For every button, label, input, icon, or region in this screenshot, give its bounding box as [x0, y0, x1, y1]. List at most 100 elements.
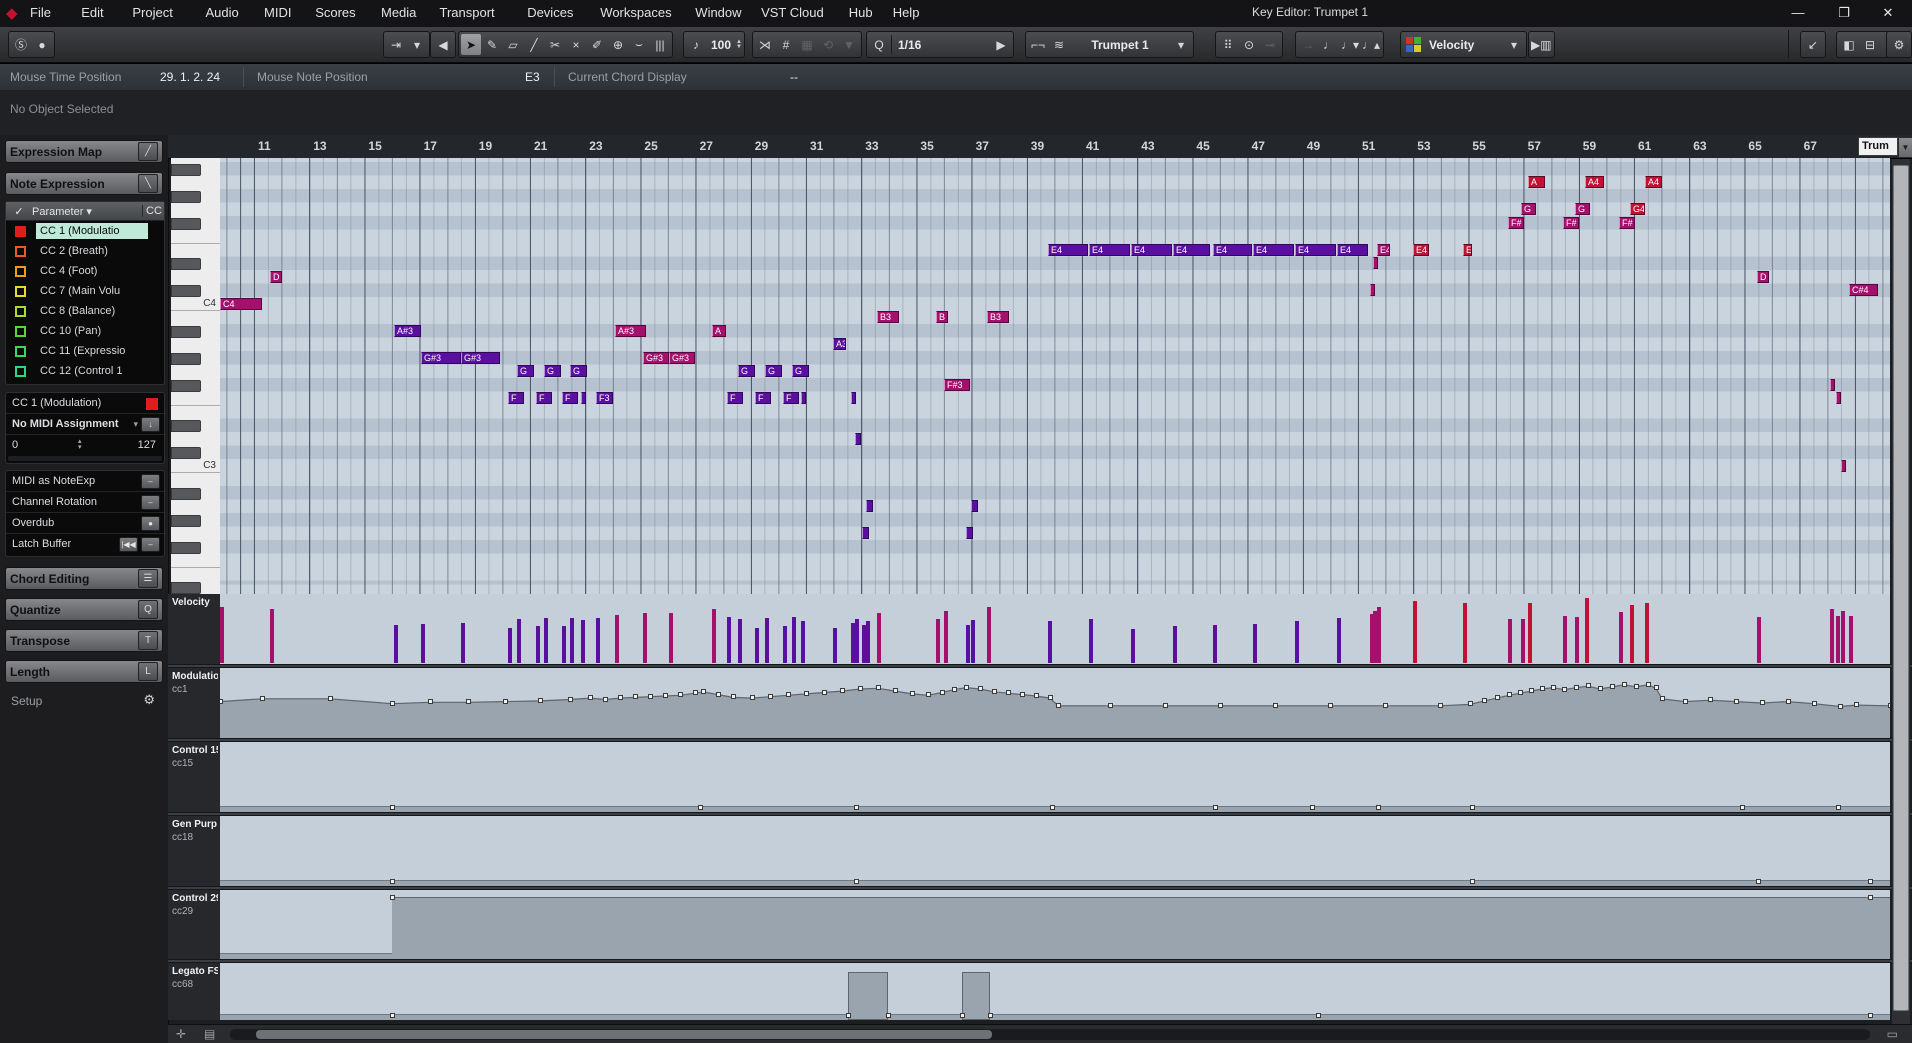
parameter-color-square[interactable]	[15, 305, 26, 317]
close-button[interactable]: ✕	[1866, 0, 1910, 26]
controller-point[interactable]	[992, 688, 997, 694]
insert-mode[interactable]: →	[1298, 34, 1318, 55]
black-key-A#3[interactable]	[171, 325, 201, 338]
controller-point[interactable]	[1470, 879, 1475, 884]
black-key-G#2[interactable]	[171, 514, 201, 527]
controller-point[interactable]	[1482, 697, 1487, 703]
black-key-G#4[interactable]	[171, 190, 201, 203]
controller-point[interactable]	[1006, 690, 1011, 696]
controller-point[interactable]	[952, 686, 957, 692]
controller-point[interactable]	[568, 696, 573, 702]
menu-help[interactable]: Help	[893, 5, 920, 20]
midi-note-A4[interactable]: A4	[1585, 176, 1604, 188]
black-key-F#4[interactable]	[171, 217, 201, 230]
velocity-bar[interactable]	[1563, 616, 1567, 663]
midi-note-B3[interactable]: B3	[877, 311, 899, 323]
controller-point[interactable]	[648, 693, 653, 699]
midi-note-A4[interactable]: A4	[1645, 176, 1662, 188]
section-chord-editing[interactable]: Chord Editing ☰	[5, 567, 163, 590]
controller-point[interactable]	[390, 1013, 395, 1018]
controller-point[interactable]	[731, 694, 736, 700]
record-note-on-velocity[interactable]: ♩▾	[1340, 34, 1360, 55]
controller-point[interactable]	[1660, 695, 1665, 701]
velocity-bar[interactable]	[755, 628, 759, 663]
controller-point[interactable]	[886, 1013, 891, 1018]
velocity-bar[interactable]	[596, 618, 600, 663]
latch-rewind-button[interactable]: |◀◀	[119, 536, 138, 552]
controller-point[interactable]	[1854, 702, 1859, 708]
controller-point[interactable]	[1383, 702, 1388, 708]
controller-point[interactable]	[1518, 690, 1523, 696]
velocity-bar[interactable]	[615, 615, 619, 663]
range-row[interactable]: 0 ▴ ▾ 127	[6, 435, 164, 455]
acoustic-feedback-button[interactable]: ◀	[433, 34, 453, 55]
controller-point[interactable]	[1760, 700, 1765, 705]
controller-point[interactable]	[1273, 702, 1278, 708]
horizontal-scrollbar-thumb[interactable]	[256, 1030, 992, 1039]
midi-note-As3[interactable]: A#3	[615, 324, 646, 337]
split-tool[interactable]: ✂	[545, 34, 565, 55]
controller-point[interactable]	[893, 688, 898, 694]
controller-point[interactable]	[978, 686, 983, 691]
midi-note-G[interactable]: G	[765, 365, 782, 377]
black-key-F#3[interactable]	[171, 379, 201, 392]
menu-project[interactable]: Project	[132, 5, 172, 20]
velocity-bar[interactable]	[765, 618, 769, 663]
info-value-0[interactable]: 29. 1. 2. 24	[160, 70, 220, 84]
menu-hub[interactable]: Hub	[849, 5, 873, 20]
controller-point[interactable]	[1108, 702, 1113, 708]
controller-point[interactable]	[716, 691, 721, 697]
open-in-window-button[interactable]: ↙	[1803, 34, 1823, 55]
velocity-bar[interactable]	[570, 618, 574, 663]
midi-note-F[interactable]: F	[508, 392, 524, 404]
midi-note-G[interactable]: G	[1521, 203, 1536, 215]
section-chord-editing-icon[interactable]: ☰	[138, 569, 158, 588]
controller-point[interactable]	[822, 689, 827, 695]
controller-point[interactable]	[390, 895, 395, 901]
parameter-row-5[interactable]: CC 8 (Balance)	[6, 301, 164, 321]
velocity-bar[interactable]	[738, 619, 742, 663]
range-spinner[interactable]: ▴ ▾	[78, 438, 82, 451]
midi-note-F[interactable]: F	[536, 392, 552, 404]
menu-window[interactable]: Window	[695, 5, 741, 20]
controller-point[interactable]	[1683, 698, 1688, 704]
parameter-row-2[interactable]: CC 2 (Breath)	[6, 241, 164, 261]
controller-point[interactable]	[603, 696, 608, 702]
controller-point[interactable]	[1838, 703, 1843, 709]
controller-point[interactable]	[1654, 685, 1659, 691]
controller-point[interactable]	[1868, 895, 1873, 901]
info-value-1[interactable]: E3	[525, 70, 540, 84]
parameter-color-square[interactable]	[15, 285, 26, 297]
controller-point[interactable]	[1050, 805, 1055, 810]
controller-point[interactable]	[1836, 805, 1841, 810]
menu-media[interactable]: Media	[381, 5, 416, 20]
section-length[interactable]: Length L	[5, 660, 163, 683]
midi-note[interactable]	[862, 527, 869, 539]
midi-note-G[interactable]: G	[792, 365, 809, 377]
black-key-G#3[interactable]	[171, 352, 201, 365]
edit-active-part-only[interactable]: ≋	[1049, 34, 1069, 55]
cc-block[interactable]	[848, 972, 888, 1020]
object-selection-tool[interactable]: ➤	[461, 34, 481, 55]
midi-note-F[interactable]: F	[727, 392, 743, 404]
velocity-bar[interactable]	[220, 607, 224, 663]
parameter-row-6[interactable]: CC 10 (Pan)	[6, 321, 164, 341]
midi-note-Fs[interactable]: F#	[1508, 216, 1524, 229]
auto-select-controllers[interactable]: ⋊	[755, 34, 775, 55]
option-toggle-button[interactable]: –	[141, 536, 160, 552]
midi-note-G[interactable]: G	[544, 365, 561, 377]
controller-point[interactable]	[1376, 805, 1381, 810]
midi-note-Fs[interactable]: F#	[1619, 216, 1635, 229]
midi-note-G[interactable]: G	[570, 365, 587, 377]
controller-point[interactable]	[698, 805, 703, 810]
velocity-bar[interactable]	[1630, 605, 1634, 663]
black-key-A#4[interactable]	[171, 163, 201, 176]
velocity-bar[interactable]	[1253, 624, 1257, 663]
midi-note[interactable]	[1836, 392, 1841, 404]
midi-note[interactable]	[1830, 378, 1835, 391]
section-length-icon[interactable]: L	[138, 662, 158, 681]
midi-note[interactable]	[855, 432, 861, 445]
option-toggle-button[interactable]: ●	[141, 515, 160, 531]
solo-editor-button[interactable]: Ⓢ	[11, 34, 31, 55]
menu-edit[interactable]: Edit	[81, 5, 103, 20]
